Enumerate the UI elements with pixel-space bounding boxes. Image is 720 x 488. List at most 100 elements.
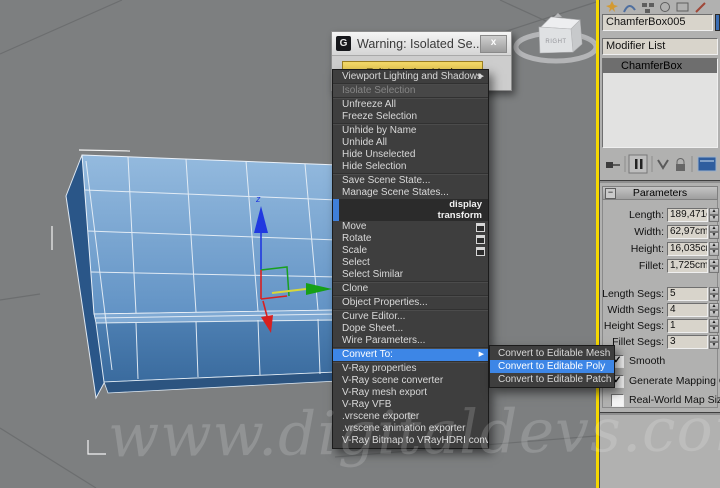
viewport-active-border [596,0,600,488]
spinner-down-icon[interactable]: ▼ [709,265,719,273]
parameter-value-field[interactable]: 5 [667,287,708,301]
spinner-up-icon[interactable]: ▲ [709,303,719,310]
menu-item[interactable]: Unfreeze All [333,99,488,111]
submenu-item[interactable]: Convert to Editable Patch [490,373,614,386]
parameter-value-field[interactable]: 62,97cm [667,224,708,239]
checkbox-label: Real-World Map Size [629,394,720,406]
spinner-down-icon[interactable]: ▼ [709,342,719,349]
menu-item-label: Select Similar [342,269,404,280]
show-end-result-button[interactable] [628,154,648,174]
hierarchy-tab-icon[interactable] [642,3,654,13]
make-unique-icon[interactable] [657,159,669,170]
spinner[interactable]: ▲ ▼ [709,287,719,301]
modifier-stack-toolbar[interactable] [602,152,718,176]
parameter-label: Length Segs: [602,288,664,300]
gizmo-z-label: z [255,194,261,204]
menu-item[interactable]: Viewport Lighting and Shadows ▶ [333,71,488,83]
settings-box-icon[interactable] [476,223,485,232]
menu-item[interactable]: Object Properties... [333,297,488,309]
spinner[interactable]: ▲ ▼ [709,258,719,273]
spinner-up-icon[interactable]: ▲ [709,207,719,215]
spinner[interactable]: ▲ ▼ [709,241,719,256]
menu-item-label: V-Ray scene converter [342,375,444,386]
motion-tab-icon[interactable] [660,2,670,12]
menu-item[interactable]: V-Ray Bitmap to VRayHDRI converter [333,435,488,447]
parameter-value-field[interactable]: 1,725cm [667,258,708,273]
object-color-swatch[interactable] [715,14,720,31]
modifier-stack-list[interactable]: ChamferBox [602,58,718,148]
parameters-rollout-header[interactable]: − Parameters [602,186,718,200]
command-panel-tabs[interactable] [602,0,720,13]
settings-box-icon[interactable] [476,235,485,244]
spinner-up-icon[interactable]: ▲ [709,335,719,342]
parameter-value-field[interactable]: 189,471cm [667,207,708,222]
parameter-value-field[interactable]: 4 [667,303,708,317]
settings-box-icon[interactable] [476,247,485,256]
menu-item[interactable]: Scale [333,245,488,257]
menu-item[interactable]: Move [333,221,488,233]
spinner-down-icon[interactable]: ▼ [709,310,719,317]
spinner-down-icon[interactable]: ▼ [709,231,719,239]
menu-item[interactable]: Select [333,257,488,269]
remove-modifier-icon[interactable] [676,158,685,172]
segment-params: Length Segs: 5 ▲ ▼ Width Segs: 4 ▲ ▼ Height Segs… [600,286,720,350]
parameter-value-field[interactable]: 16,035cm [667,241,708,256]
menu-item[interactable]: Freeze Selection [333,111,488,123]
modifier-stack-entry[interactable]: ChamferBox [603,59,717,73]
menu-item[interactable]: V-Ray VFB [333,399,488,411]
modify-tab-icon[interactable] [623,5,636,13]
menu-item[interactable]: V-Ray scene converter [333,375,488,387]
menu-item[interactable]: Wire Parameters... [333,335,488,347]
spinner[interactable]: ▲ ▼ [709,335,719,349]
menu-item[interactable]: Save Scene State... [333,175,488,187]
spinner[interactable]: ▲ ▼ [709,224,719,239]
menu-item-label: V-Ray mesh export [342,387,428,398]
checkbox-label: Smooth [629,355,666,367]
parameter-value-field[interactable]: 3 [667,335,708,349]
menu-item[interactable]: Curve Editor... [333,311,488,323]
menu-item[interactable]: .vrscene animation exporter [333,423,488,435]
utilities-tab-icon[interactable] [695,2,706,13]
menu-item[interactable]: Isolate Selection [333,85,488,97]
spinner-down-icon[interactable]: ▼ [709,248,719,256]
pin-stack-icon[interactable] [606,162,620,168]
spinner-down-icon[interactable]: ▼ [709,326,719,333]
spinner[interactable]: ▲ ▼ [709,303,719,317]
spinner-up-icon[interactable]: ▲ [709,319,719,326]
spinner-down-icon[interactable]: ▼ [709,294,719,301]
menu-item[interactable]: Unhide All [333,137,488,149]
checkbox[interactable] [611,393,624,407]
dialog-titlebar[interactable]: G Warning: Isolated Se... x [332,32,511,56]
menu-item[interactable]: Manage Scene States... [333,187,488,199]
menu-item[interactable]: Hide Selection [333,161,488,173]
spinner-up-icon[interactable]: ▲ [709,241,719,249]
submenu-item[interactable]: Convert to Editable Poly [490,360,614,373]
menu-item[interactable]: Rotate [333,233,488,245]
spinner-up-icon[interactable]: ▲ [709,224,719,232]
object-name-field[interactable]: ChamferBox005 [602,14,713,31]
parameter-row: Height:16,035cm▲▼ [600,240,720,257]
spinner-up-icon[interactable]: ▲ [709,258,719,266]
rollout-collapse-icon[interactable]: − [605,188,616,199]
spinner[interactable]: ▲ ▼ [709,319,719,333]
spinner-up-icon[interactable]: ▲ [709,287,719,294]
menu-item[interactable]: Hide Unselected [333,149,488,161]
submenu-item[interactable]: Convert to Editable Mesh [490,347,614,360]
modifier-list-dropdown[interactable]: Modifier List [602,38,718,55]
menu-item[interactable]: .vrscene exporter [333,411,488,423]
create-tab-icon[interactable] [606,1,618,12]
menu-item[interactable]: V-Ray mesh export [333,387,488,399]
dialog-close-button[interactable]: x [480,34,507,53]
parameter-value-field[interactable]: 1 [667,319,708,333]
menu-item-label: Clone [342,283,369,294]
menu-item[interactable]: Unhide by Name [333,125,488,137]
menu-item[interactable]: Dope Sheet... [333,323,488,335]
display-tab-icon[interactable] [676,2,689,12]
configure-modifier-sets-icon[interactable] [697,156,717,172]
menu-item[interactable]: V-Ray properties [333,363,488,375]
menu-item[interactable]: Clone [333,283,488,295]
spinner-down-icon[interactable]: ▼ [709,214,719,222]
spinner[interactable]: ▲ ▼ [709,207,719,222]
menu-item[interactable]: Convert To: ▶ [333,349,488,361]
menu-item[interactable]: Select Similar [333,269,488,281]
